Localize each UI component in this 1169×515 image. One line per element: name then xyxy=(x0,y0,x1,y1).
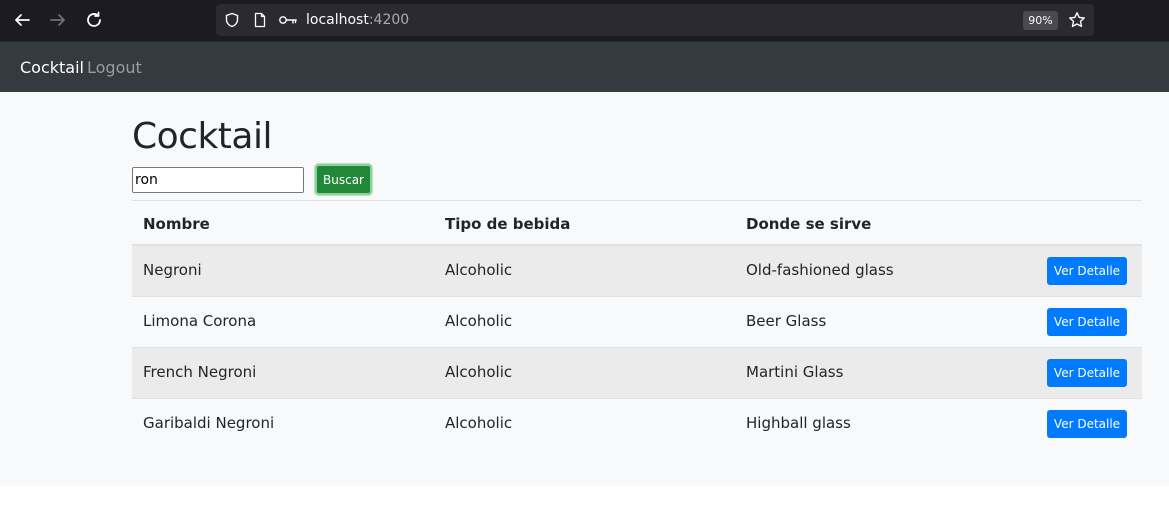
key-icon[interactable] xyxy=(278,12,298,28)
logout-link[interactable]: Logout xyxy=(87,58,142,77)
ver-detalle-button[interactable]: Ver Detalle xyxy=(1047,410,1127,438)
url-text[interactable]: localhost:4200 xyxy=(306,12,409,28)
table-row: French Negroni Alcoholic Martini Glass V… xyxy=(132,348,1142,399)
table-row: Garibaldi Negroni Alcoholic Highball gla… xyxy=(132,399,1142,450)
url-bar[interactable]: localhost:4200 90% xyxy=(216,4,1094,36)
cell-type: Alcoholic xyxy=(445,312,513,330)
ver-detalle-button[interactable]: Ver Detalle xyxy=(1047,257,1127,285)
reload-icon[interactable] xyxy=(82,8,106,32)
forward-arrow-icon[interactable] xyxy=(46,8,70,32)
navbar-brand-link[interactable]: Cocktail xyxy=(20,58,84,77)
bookmark-star-icon[interactable] xyxy=(1068,11,1086,29)
table-row: Limona Corona Alcoholic Beer Glass Ver D… xyxy=(132,297,1142,348)
table-row: Negroni Alcoholic Old-fashioned glass Ve… xyxy=(132,246,1142,297)
cell-name: Limona Corona xyxy=(143,312,257,330)
zoom-level-badge[interactable]: 90% xyxy=(1023,11,1058,30)
cell-name: Garibaldi Negroni xyxy=(143,414,275,432)
cell-glass: Old-fashioned glass xyxy=(746,261,894,279)
cell-type: Alcoholic xyxy=(445,261,513,279)
header-donde: Donde se sirve xyxy=(746,215,872,233)
page-icon[interactable] xyxy=(252,12,268,28)
header-tipo: Tipo de bebida xyxy=(445,215,571,233)
cell-glass: Martini Glass xyxy=(746,363,844,381)
page-title: Cocktail xyxy=(132,116,272,157)
cell-type: Alcoholic xyxy=(445,363,513,381)
cell-glass: Highball glass xyxy=(746,414,851,432)
search-button[interactable]: Buscar xyxy=(315,164,372,195)
ver-detalle-button[interactable]: Ver Detalle xyxy=(1047,359,1127,387)
shield-icon[interactable] xyxy=(224,12,240,28)
table-header: Nombre Tipo de bebida Donde se sirve xyxy=(132,200,1142,246)
ver-detalle-button[interactable]: Ver Detalle xyxy=(1047,308,1127,336)
cocktail-table: Nombre Tipo de bebida Donde se sirve Neg… xyxy=(132,200,1142,450)
url-host: localhost xyxy=(306,12,369,28)
cell-name: French Negroni xyxy=(143,363,257,381)
cell-name: Negroni xyxy=(143,261,202,279)
url-port: :4200 xyxy=(368,12,410,28)
app-navbar: Cocktail Logout xyxy=(0,41,1169,92)
back-arrow-icon[interactable] xyxy=(10,8,34,32)
cell-glass: Beer Glass xyxy=(746,312,827,330)
cell-type: Alcoholic xyxy=(445,414,513,432)
main-content: Cocktail Buscar Nombre Tipo de bebida Do… xyxy=(0,92,1169,486)
browser-toolbar: localhost:4200 90% xyxy=(0,0,1169,41)
search-input[interactable] xyxy=(132,167,304,193)
header-nombre: Nombre xyxy=(143,215,210,233)
